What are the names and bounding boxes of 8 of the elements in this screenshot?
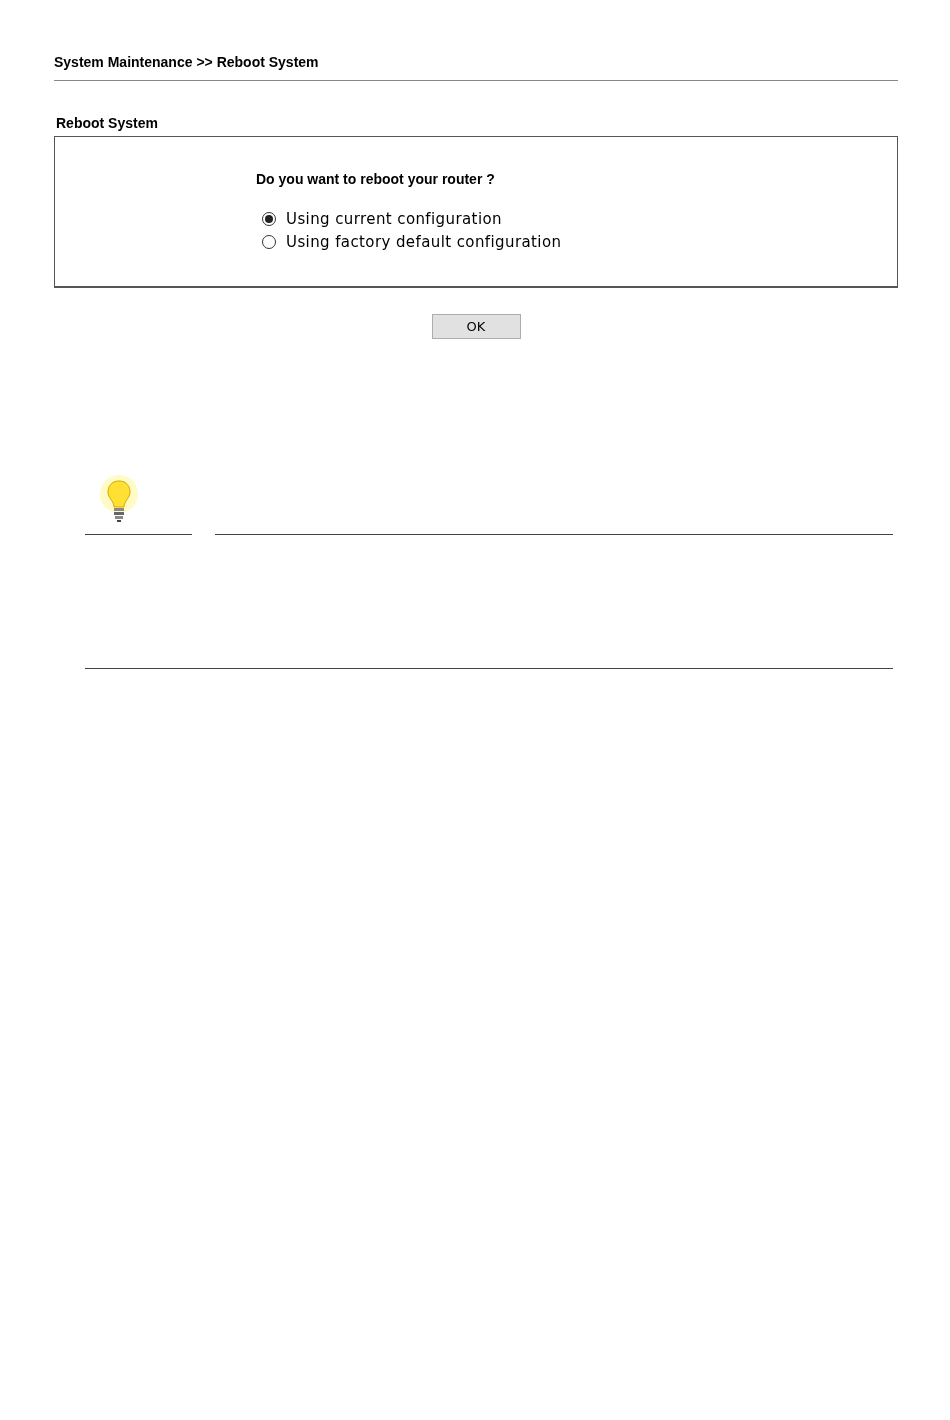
breadcrumb: System Maintenance >> Reboot System	[54, 53, 320, 72]
option-label: Using current configuration	[286, 208, 502, 230]
option-label: Using factory default configuration	[286, 231, 562, 253]
ok-button[interactable]: OK	[431, 314, 521, 339]
radio-button[interactable]	[262, 235, 276, 249]
radio-button[interactable]	[262, 212, 276, 226]
question-text: Do you want to reboot your router ?	[256, 170, 496, 188]
section-title: Reboot System	[56, 114, 159, 132]
